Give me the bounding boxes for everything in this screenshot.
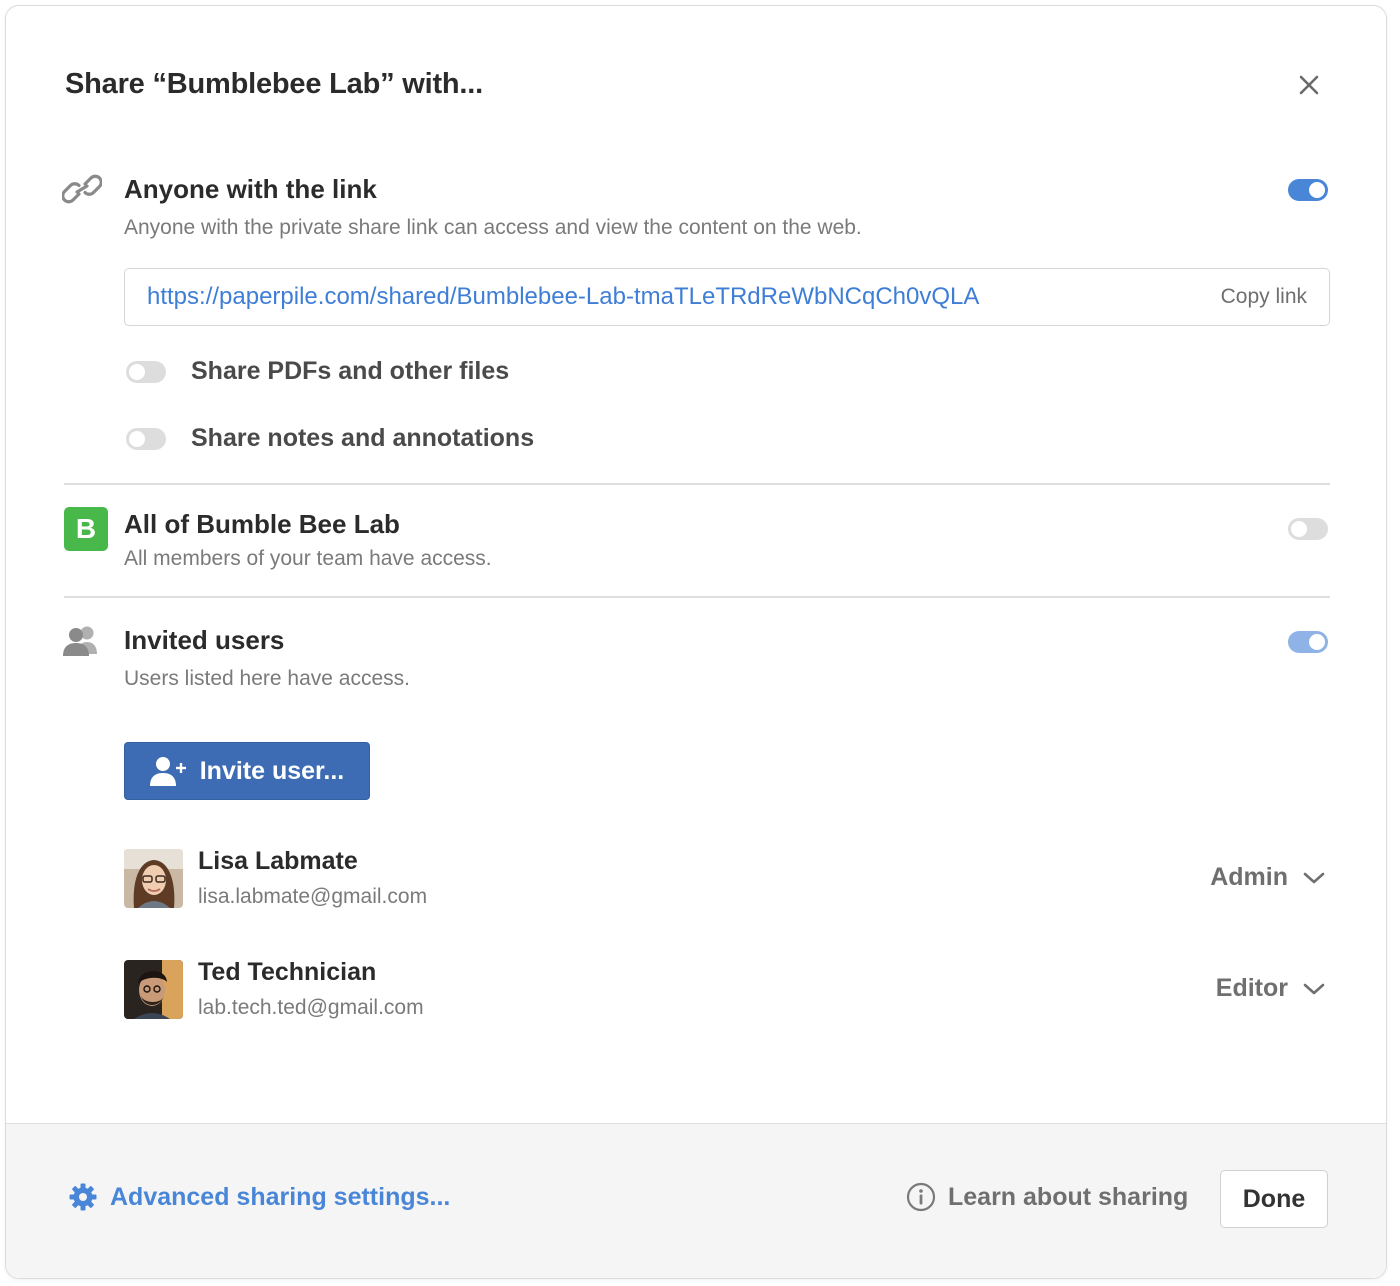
team-badge: B (64, 507, 108, 551)
team-sharing-toggle[interactable] (1288, 518, 1328, 540)
team-section-subtitle: All members of your team have access. (124, 547, 492, 570)
done-button[interactable]: Done (1220, 1170, 1328, 1228)
close-button[interactable] (1292, 68, 1326, 102)
link-icon (61, 172, 103, 211)
advanced-sharing-label: Advanced sharing settings... (110, 1182, 451, 1211)
divider (64, 596, 1330, 598)
share-link-url[interactable]: https://paperpile.com/shared/Bumblebee-L… (147, 283, 979, 311)
role-value: Admin (1210, 863, 1288, 891)
close-icon (1299, 75, 1319, 95)
role-dropdown[interactable]: Editor (1216, 974, 1326, 1003)
share-notes-label: Share notes and annotations (191, 424, 535, 452)
divider (64, 483, 1330, 485)
chevron-down-icon (1303, 983, 1325, 994)
user-email: lab.tech.ted@gmail.com (198, 996, 424, 1019)
share-pdfs-toggle[interactable] (126, 361, 166, 383)
info-icon (906, 1182, 936, 1212)
chevron-down-icon (1303, 872, 1325, 883)
invite-user-button[interactable]: Invite user... (124, 742, 370, 800)
share-notes-toggle[interactable] (126, 428, 166, 450)
team-section-title: All of Bumble Bee Lab (124, 509, 400, 539)
learn-about-sharing-link[interactable]: Learn about sharing (906, 1182, 1188, 1212)
link-sharing-toggle[interactable] (1288, 179, 1328, 201)
user-name: Ted Technician (198, 958, 377, 986)
share-link-field[interactable]: https://paperpile.com/shared/Bumblebee-L… (124, 268, 1330, 326)
role-dropdown[interactable]: Admin (1210, 863, 1326, 892)
learn-about-sharing-label: Learn about sharing (948, 1182, 1189, 1211)
avatar (124, 960, 183, 1019)
advanced-sharing-settings-link[interactable]: Advanced sharing settings... (68, 1182, 450, 1212)
link-section-subtitle: Anyone with the private share link can a… (124, 216, 862, 239)
role-value: Editor (1215, 974, 1288, 1002)
avatar (124, 849, 183, 908)
invite-user-label: Invite user... (199, 756, 345, 785)
link-section-title: Anyone with the link (124, 174, 377, 204)
share-pdfs-label: Share PDFs and other files (191, 357, 510, 385)
invited-section-subtitle: Users listed here have access. (124, 667, 410, 690)
gear-icon (69, 1183, 97, 1211)
user-name: Lisa Labmate (198, 847, 358, 875)
user-email: lisa.labmate@gmail.com (198, 885, 428, 908)
share-dialog: Share “Bumblebee Lab” with... Anyone wit… (5, 5, 1387, 1279)
copy-link-button[interactable]: Copy link (1221, 285, 1307, 309)
users-icon (62, 624, 102, 663)
add-user-icon (149, 757, 186, 786)
dialog-footer: Advanced sharing settings... Learn about… (6, 1123, 1386, 1278)
invited-section-title: Invited users (124, 625, 285, 655)
invited-sharing-toggle[interactable] (1288, 631, 1328, 653)
dialog-title: Share “Bumblebee Lab” with... (65, 68, 483, 100)
